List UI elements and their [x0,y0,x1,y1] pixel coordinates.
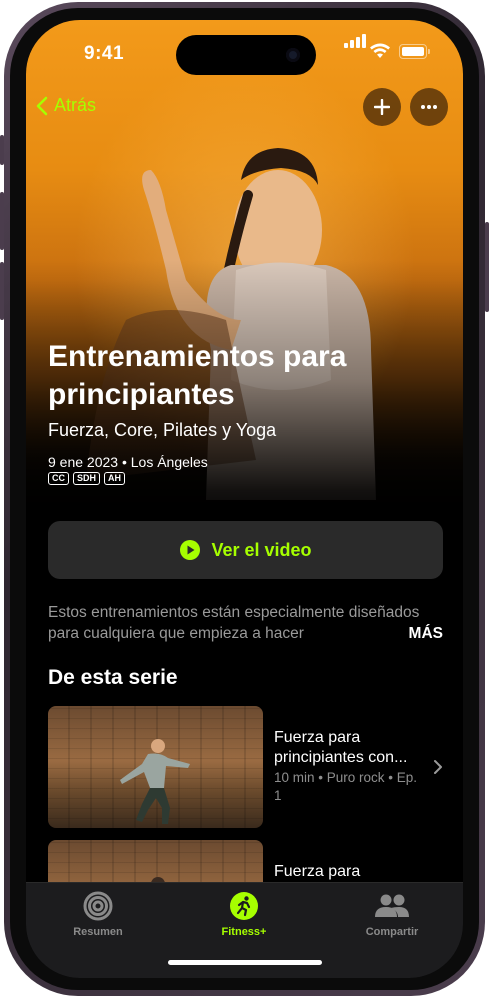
watch-video-label: Ver el video [211,539,312,560]
activity-rings-icon [83,891,113,921]
tab-label: Fitness+ [221,926,267,938]
episode-info: Fuerza para [274,862,424,882]
episode-thumbnail [48,706,263,828]
episode-info: Fuerza para principiantes con... 10 min … [274,728,424,805]
athlete-figure [120,739,190,824]
action-button [0,135,4,165]
status-time: 9:41 [84,43,125,64]
play-circle-icon [180,540,201,560]
tab-fitness-plus[interactable]: Fitness+ [184,891,304,938]
description-text: Estos entrenamientos están especialmente… [48,604,420,642]
screen: 9:41 Atrás Entrenamientos para principia… [26,20,463,978]
tab-label: Compartir [365,926,419,938]
camera-icon [286,48,300,62]
chevron-right-icon [434,760,442,774]
plus-icon [374,99,390,115]
add-button[interactable] [363,88,401,126]
sdh-badge: SDH [73,472,101,485]
tab-label: Resumen [73,926,123,938]
workout-subtitle: Fuerza, Core, Pilates y Yoga [48,420,277,440]
ellipsis-icon [421,105,437,109]
wifi-icon [370,43,390,58]
watch-video-button[interactable]: Ver el video [48,521,443,579]
tab-resumen[interactable]: Resumen [38,891,158,938]
accessibility-badges: CC SDH AH [48,472,126,485]
cc-badge: CC [48,472,69,485]
back-button[interactable]: Atrás [36,95,96,116]
running-figure-icon [230,892,258,920]
episode-row[interactable]: Fuerza para principiantes con... 10 min … [48,706,443,828]
ah-badge: AH [104,472,126,485]
status-bar: 9:41 [26,20,463,75]
episode-title: Fuerza para principiantes con... [274,729,408,766]
more-button[interactable] [410,88,448,126]
back-label: Atrás [54,95,97,115]
episode-title: Fuerza para [274,863,361,880]
workout-meta: 9 ene 2023 • Los Ángeles [48,454,208,470]
chevron-left-icon [36,96,48,115]
workout-title: Entrenamientos para principiantes [48,340,347,411]
battery-icon [399,44,430,59]
dynamic-island [176,35,316,75]
series-title: De esta serie [48,666,178,689]
home-indicator[interactable] [168,960,322,965]
tab-compartir[interactable]: Compartir [332,891,452,938]
power-button [485,222,489,312]
volume-up-button [0,192,4,250]
episode-meta: 10 min • Puro rock • Ep. 1 [274,770,418,803]
volume-down-button [0,262,4,320]
people-icon [375,894,409,917]
more-link[interactable]: MÁS [390,623,443,644]
description: Estos entrenamientos están especialmente… [48,602,443,644]
